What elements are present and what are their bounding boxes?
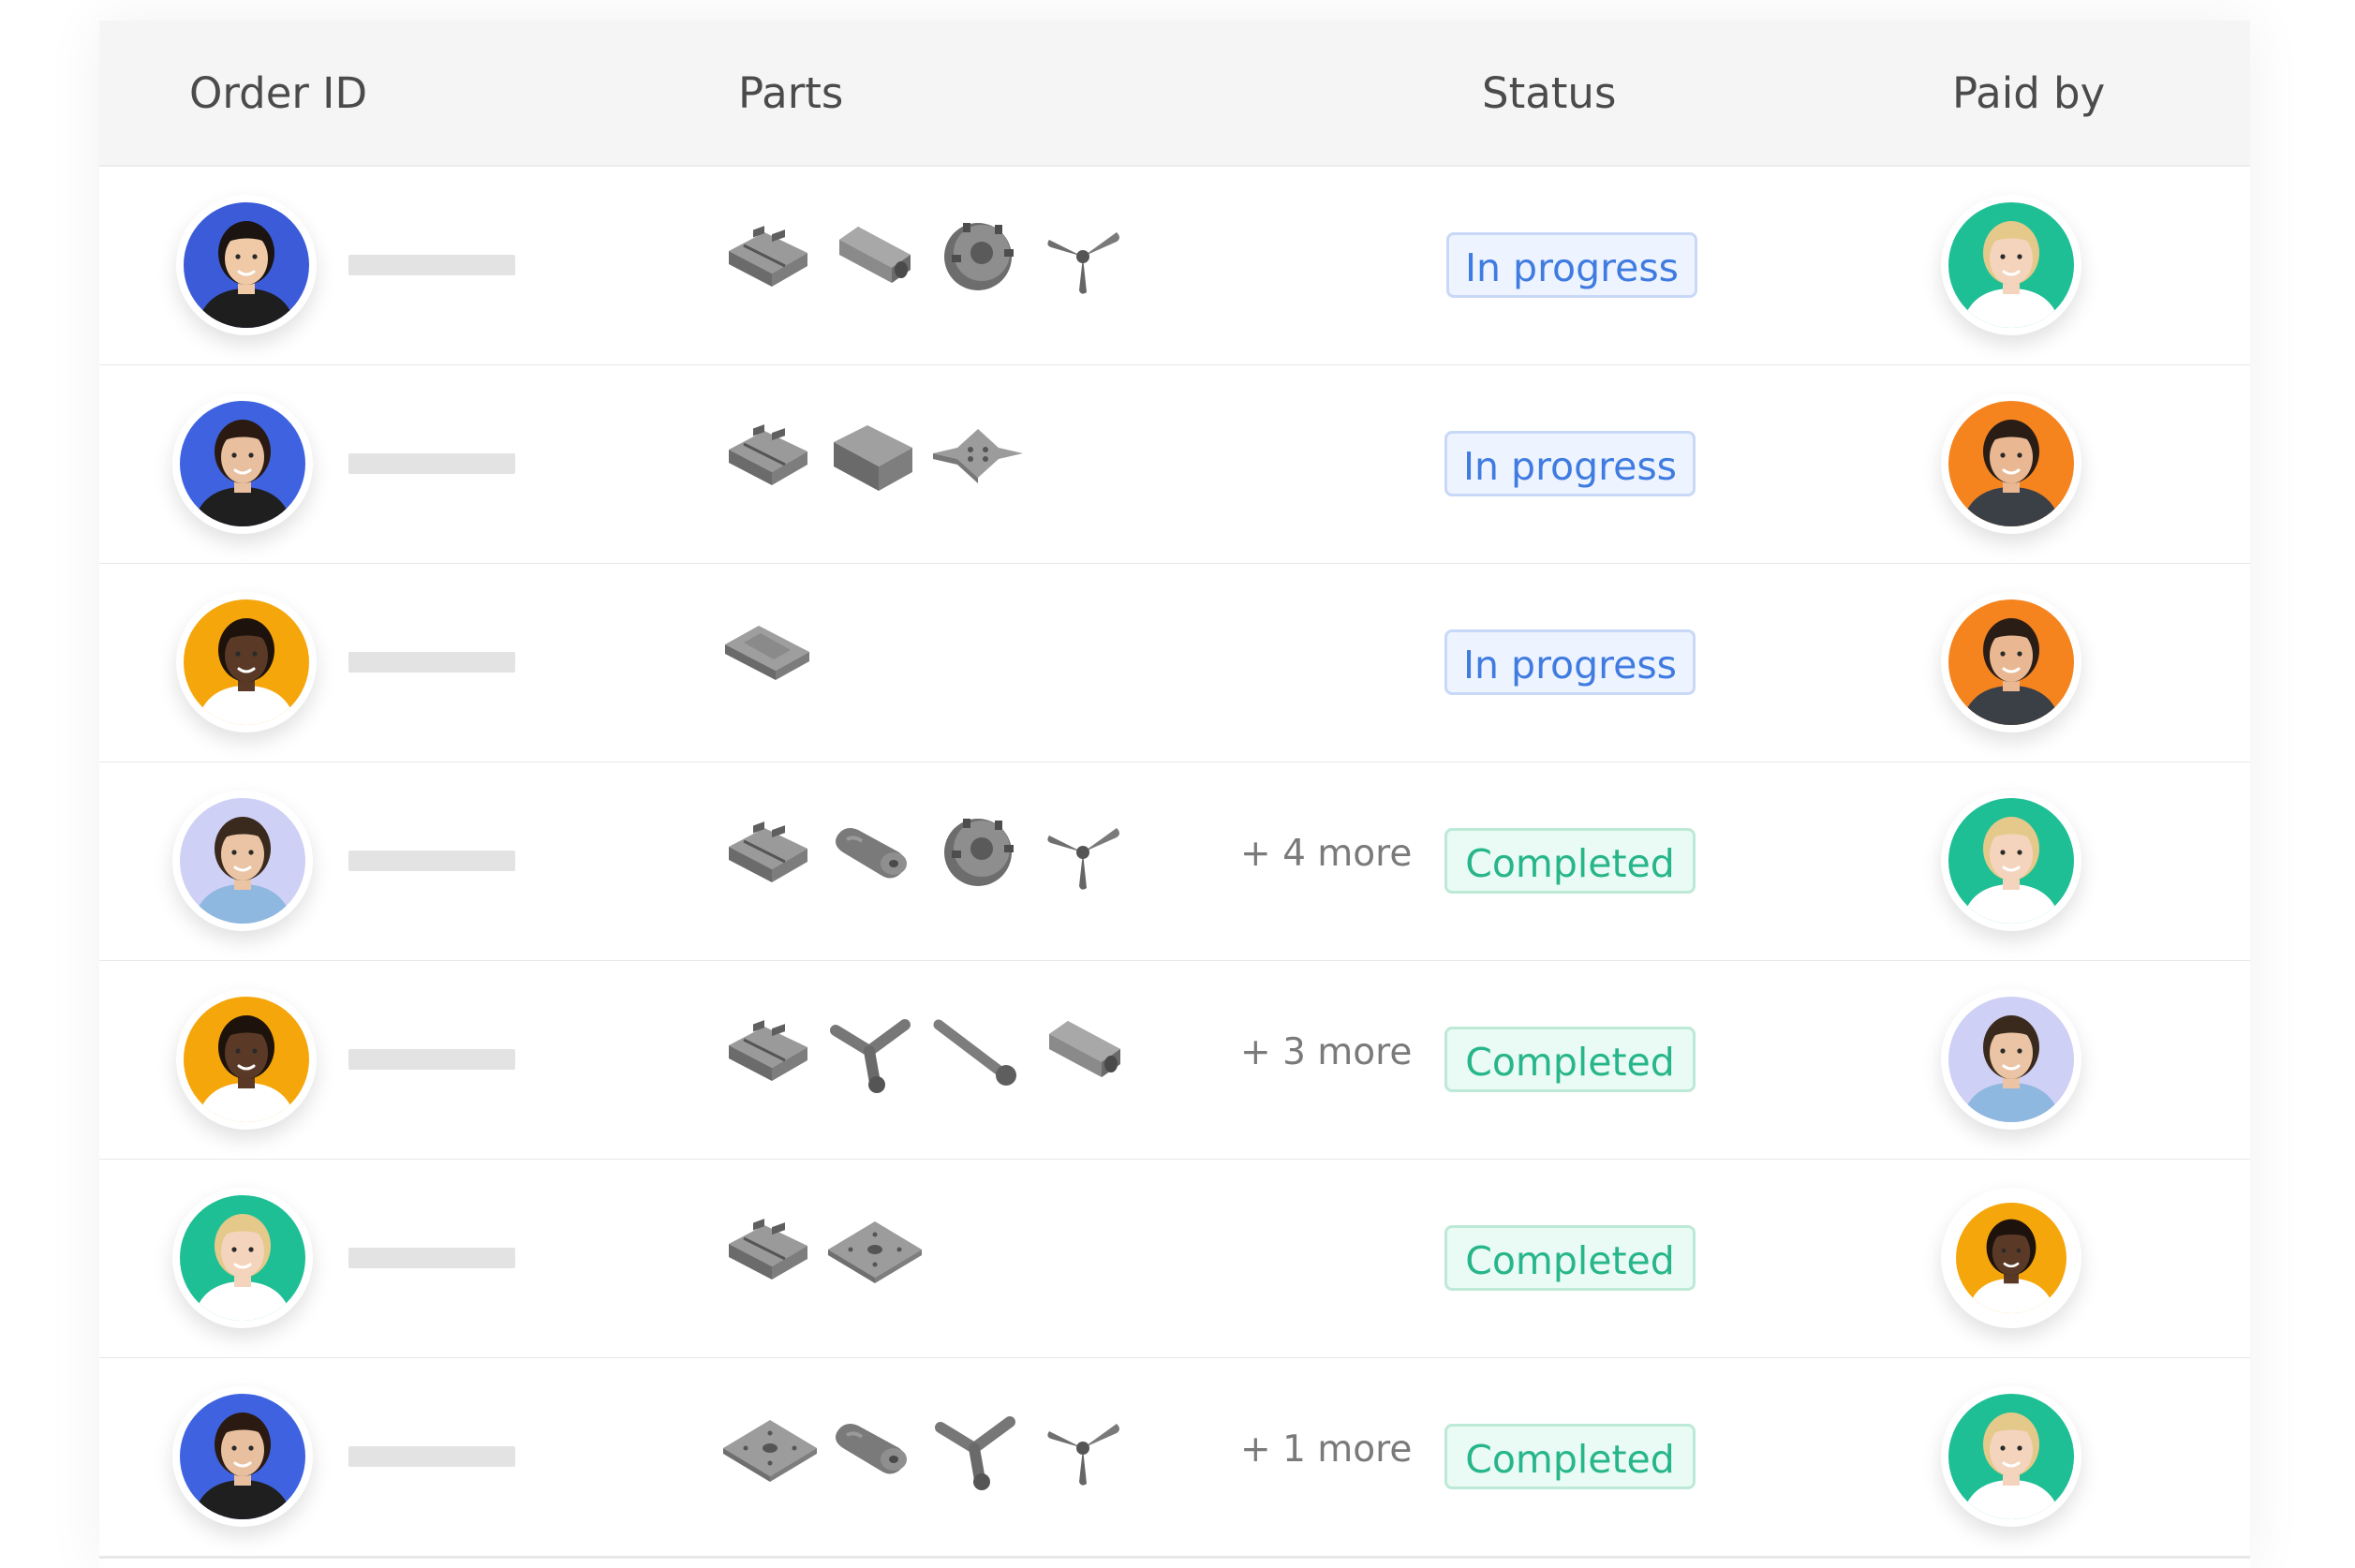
payer-photo [1948, 1394, 2074, 1519]
propeller-part-icon[interactable] [1030, 798, 1135, 903]
payer-avatar[interactable] [1941, 1386, 2081, 1527]
order-id-placeholder [348, 1049, 515, 1070]
table-row[interactable]: In progress [99, 167, 2250, 367]
more-parts-link[interactable]: + 1 more [1240, 1427, 1412, 1472]
hex-standoff-part-icon[interactable] [821, 202, 926, 307]
frame-plate-part-icon[interactable] [926, 401, 1030, 506]
table-row[interactable]: + 3 more Completed [99, 961, 2250, 1161]
propeller-part-icon[interactable] [1030, 1394, 1135, 1499]
bolt-part-icon[interactable] [926, 997, 1030, 1102]
column-header-order-id[interactable]: Order ID [189, 67, 367, 120]
bracket-part-icon[interactable] [821, 997, 926, 1102]
square-plate-part-icon[interactable] [716, 1394, 821, 1499]
order-id-placeholder [348, 453, 515, 474]
column-header-status[interactable]: Status [1482, 67, 1616, 120]
order-id-placeholder [348, 851, 515, 871]
customer-avatar[interactable] [172, 791, 313, 931]
motor-part-icon[interactable] [926, 798, 1030, 903]
customer-avatar[interactable] [172, 393, 313, 534]
order-id-placeholder [348, 1248, 515, 1268]
payer-photo [1948, 202, 2074, 328]
payer-avatar[interactable] [1941, 592, 2081, 732]
table-row[interactable]: + 4 more Completed [99, 762, 2250, 963]
payer-avatar[interactable] [1941, 393, 2081, 534]
payer-photo [1948, 997, 2074, 1122]
order-id-placeholder [348, 255, 515, 275]
customer-photo [180, 798, 305, 924]
orders-table: Order ID Parts Status Paid by In progres… [99, 21, 2250, 1568]
customer-photo [184, 997, 309, 1122]
customer-photo [180, 1195, 305, 1321]
bracket-part-icon[interactable] [926, 1394, 1030, 1499]
customer-photo [184, 202, 309, 328]
enclosure-part-icon[interactable] [716, 202, 821, 307]
status-badge: Completed [1444, 1225, 1696, 1291]
motor-part-icon[interactable] [926, 202, 1030, 307]
roller-part-icon[interactable] [821, 798, 926, 903]
enclosure-part-icon[interactable] [716, 798, 821, 903]
table-header: Order ID Parts Status Paid by [99, 21, 2250, 167]
roller-part-icon[interactable] [821, 1394, 926, 1499]
square-plate-part-icon[interactable] [821, 1195, 926, 1300]
customer-avatar[interactable] [176, 592, 317, 732]
payer-photo [1948, 798, 2074, 924]
status-badge: In progress [1444, 431, 1696, 496]
table-row[interactable]: Completed [99, 1160, 2250, 1360]
table-row[interactable]: + 1 more Completed [99, 1358, 2250, 1559]
payer-photo [1948, 599, 2074, 725]
order-id-placeholder [348, 652, 515, 673]
order-id-placeholder [348, 1446, 515, 1467]
payer-avatar[interactable] [1941, 1188, 2081, 1328]
enclosure-part-icon[interactable] [716, 1195, 821, 1300]
customer-avatar[interactable] [172, 1188, 313, 1328]
status-badge: Completed [1444, 1424, 1696, 1489]
customer-photo [180, 1394, 305, 1519]
hex-standoff-part-icon[interactable] [1030, 997, 1135, 1102]
status-badge: In progress [1446, 232, 1697, 298]
status-badge: Completed [1444, 1027, 1696, 1092]
block-part-icon[interactable] [821, 401, 926, 506]
customer-photo [180, 401, 305, 526]
more-parts-link[interactable]: + 4 more [1240, 832, 1412, 877]
enclosure-part-icon[interactable] [716, 401, 821, 506]
payer-photo [1956, 1203, 2066, 1313]
status-badge: Completed [1444, 828, 1696, 894]
more-parts-link[interactable]: + 3 more [1240, 1030, 1412, 1075]
column-header-parts[interactable]: Parts [738, 67, 843, 120]
customer-avatar[interactable] [176, 195, 317, 335]
customer-photo [184, 599, 309, 725]
status-badge: In progress [1444, 629, 1696, 695]
table-row[interactable]: In progress [99, 365, 2250, 566]
propeller-part-icon[interactable] [1030, 202, 1135, 307]
payer-avatar[interactable] [1941, 989, 2081, 1130]
customer-avatar[interactable] [172, 1386, 313, 1527]
board-part-icon[interactable] [716, 599, 821, 704]
payer-photo [1948, 401, 2074, 526]
payer-avatar[interactable] [1941, 791, 2081, 931]
enclosure-part-icon[interactable] [716, 997, 821, 1102]
table-row[interactable]: In progress [99, 564, 2250, 764]
customer-avatar[interactable] [176, 989, 317, 1130]
column-header-paid-by[interactable]: Paid by [1952, 67, 2105, 120]
payer-avatar[interactable] [1941, 195, 2081, 335]
